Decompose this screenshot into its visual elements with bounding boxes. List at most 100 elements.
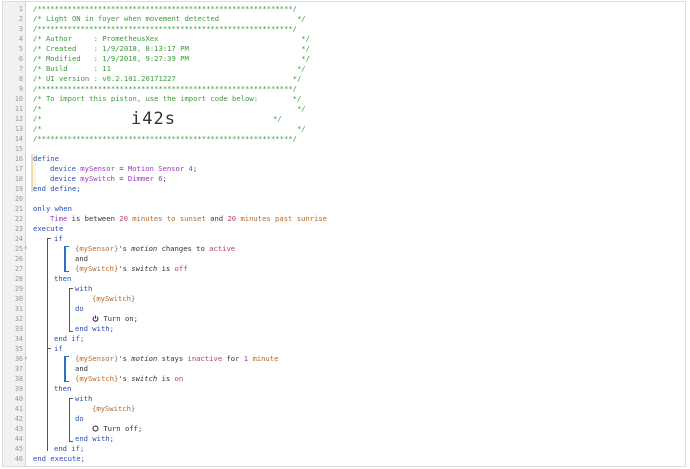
and-operator[interactable]: and bbox=[75, 254, 88, 264]
line-number: 30 bbox=[14, 295, 23, 303]
line-number: 35 bbox=[14, 345, 23, 353]
end-with: end with; bbox=[75, 324, 114, 333]
attribute-switch: switch bbox=[131, 264, 158, 273]
line-number: 42 bbox=[14, 415, 23, 423]
line-number: 29 bbox=[14, 285, 23, 293]
line-number: 27 bbox=[14, 265, 23, 273]
device-switch-line[interactable]: device mySwitch = Dimmer 6; bbox=[50, 174, 167, 184]
line-number: 36 bbox=[14, 355, 23, 363]
line-number: 1 bbox=[18, 5, 23, 13]
header-title: /* Light ON in foyer when movement detec… bbox=[33, 14, 306, 23]
line-number: 16 bbox=[14, 155, 23, 163]
do-keyword: do bbox=[75, 414, 84, 423]
semicolon: ; bbox=[162, 174, 167, 183]
do-keyword: do bbox=[75, 304, 84, 313]
condition-motion-inactive[interactable]: {mySensor}'s motion stays inactive for 1… bbox=[75, 354, 278, 364]
line-number: 23 bbox=[14, 225, 23, 233]
condition-switch-off[interactable]: {mySwitch}'s switch is off bbox=[75, 264, 188, 274]
if-keyword: if bbox=[54, 344, 63, 353]
offset-20: 20 bbox=[227, 214, 237, 223]
line-number: 9 bbox=[18, 85, 23, 93]
attribute-motion: motion bbox=[131, 244, 158, 253]
define-keyword: define bbox=[33, 154, 59, 163]
bracket-tick bbox=[69, 441, 73, 442]
power-icon bbox=[92, 315, 99, 322]
switch-var: mySwitch bbox=[80, 174, 115, 183]
sunset: sunset bbox=[179, 214, 206, 223]
sensor-value: Motion Sensor 4 bbox=[127, 164, 193, 173]
duration-unit: minute bbox=[252, 354, 279, 363]
line-number: 12 bbox=[14, 115, 23, 123]
line-number: 10 bbox=[14, 95, 23, 103]
header-suffix: */ bbox=[273, 114, 282, 123]
line-number: 3 bbox=[18, 25, 23, 33]
line-number: 14 bbox=[14, 135, 23, 143]
condition-switch-on[interactable]: {mySwitch}'s switch is on bbox=[75, 374, 183, 384]
switch-ref: {mySwitch} bbox=[75, 264, 119, 273]
line-number: 22 bbox=[14, 215, 23, 223]
bracket-tick bbox=[47, 238, 51, 239]
value-active: active bbox=[209, 244, 236, 253]
end-define: end define; bbox=[33, 184, 81, 193]
header-import-line: /* To import this piston, use the import… bbox=[33, 94, 302, 103]
line-number: 21 bbox=[14, 205, 23, 213]
time-word: Time bbox=[50, 214, 68, 223]
line-number: 13 bbox=[14, 125, 23, 133]
header-blank: /* */ bbox=[33, 124, 306, 133]
device-keyword: device bbox=[50, 164, 76, 173]
power-off-icon bbox=[92, 425, 99, 432]
if-keyword: if bbox=[54, 234, 63, 243]
turn-on-label: Turn on; bbox=[103, 314, 138, 323]
line-number: 6 bbox=[18, 55, 23, 63]
is-word: is bbox=[161, 264, 171, 273]
line-number: 15 bbox=[14, 145, 23, 153]
value-inactive: inactive bbox=[187, 354, 223, 363]
line-number: 43 bbox=[14, 425, 23, 433]
equals: = bbox=[119, 174, 124, 183]
line-number: 40 bbox=[14, 395, 23, 403]
line-number: 25 bbox=[14, 245, 23, 253]
with-device[interactable]: {mySwitch} bbox=[92, 294, 135, 304]
line-number: 24 bbox=[14, 235, 23, 243]
condition-motion-active[interactable]: {mySensor}'s motion changes to active bbox=[75, 244, 235, 254]
device-sensor-line[interactable]: device mySensor = Motion Sensor 4; bbox=[50, 164, 197, 174]
bracket-tick bbox=[65, 246, 69, 247]
offset-20: 20 bbox=[119, 214, 128, 223]
action-turn-on[interactable]: Turn on; bbox=[92, 314, 138, 324]
time-condition[interactable]: Time is between 20 minutes to sunset and… bbox=[50, 214, 327, 224]
and-operator[interactable]: and bbox=[75, 364, 88, 374]
value-on: on bbox=[174, 374, 184, 383]
is-word: is bbox=[161, 374, 171, 383]
line-number: 28 bbox=[14, 275, 23, 283]
minutes-to: minutes to bbox=[132, 214, 176, 223]
switch-value: Dimmer 6 bbox=[127, 174, 163, 183]
header-border-top: /***************************************… bbox=[33, 4, 297, 13]
header-modified: /* Modified : 1/9/2018, 9:27:39 PM */ bbox=[33, 54, 310, 63]
bracket-tick bbox=[69, 288, 73, 289]
condition-group-bracket bbox=[64, 246, 66, 272]
line-number: 11 bbox=[14, 105, 23, 113]
bracket-tick bbox=[65, 356, 69, 357]
line-number: 26 bbox=[14, 255, 23, 263]
with-keyword: with bbox=[75, 394, 93, 403]
with-device[interactable]: {mySwitch} bbox=[92, 404, 135, 414]
header-build: /* Build : 11 */ bbox=[33, 64, 306, 73]
line-number: 39 bbox=[14, 385, 23, 393]
line-number: 34 bbox=[14, 335, 23, 343]
line-number: 8 bbox=[18, 75, 23, 83]
minutes-past: minutes past bbox=[240, 214, 293, 223]
action-turn-off[interactable]: Turn off; bbox=[92, 424, 142, 434]
execute-keyword: execute bbox=[33, 224, 64, 233]
line-number: 32 bbox=[14, 315, 23, 323]
execute-bracket bbox=[47, 238, 48, 451]
line-number: 38 bbox=[14, 375, 23, 383]
device-keyword: device bbox=[50, 174, 76, 183]
apostrophe-s: 's bbox=[118, 244, 127, 253]
trigger-marker-icon: ⚡ bbox=[24, 245, 28, 252]
end-execute: end execute; bbox=[33, 454, 85, 463]
header-border-bottom: /***************************************… bbox=[33, 134, 297, 143]
line-number: 37 bbox=[14, 365, 23, 373]
header-ui-version: /* UI version : v0.2.101.20171227 */ bbox=[33, 74, 302, 83]
line-number: 5 bbox=[18, 45, 23, 53]
changes-to: changes to bbox=[161, 244, 205, 253]
